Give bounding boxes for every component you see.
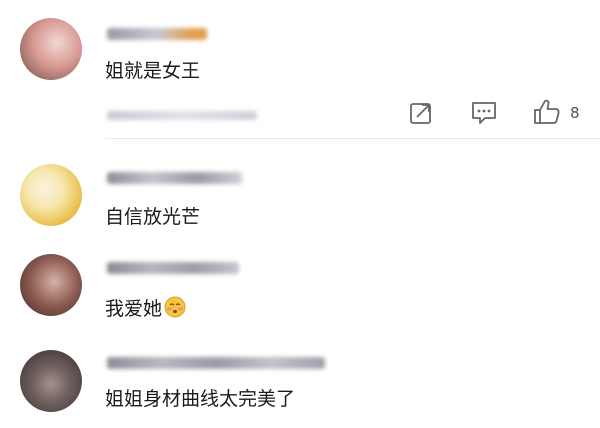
divider xyxy=(105,138,600,139)
avatar[interactable] xyxy=(20,164,82,226)
avatar[interactable] xyxy=(20,18,82,80)
comment-text-content: 我爱她 xyxy=(105,298,163,320)
comment-item: 我爱她 xyxy=(0,240,600,340)
username-obscured[interactable] xyxy=(107,262,239,274)
username-obscured[interactable] xyxy=(107,357,325,369)
thumbs-up-icon[interactable] xyxy=(532,98,562,126)
avatar[interactable] xyxy=(20,350,82,412)
share-icon[interactable] xyxy=(408,100,434,126)
avatar[interactable] xyxy=(20,254,82,316)
comment-text: 我爱她 xyxy=(105,294,186,323)
username-obscured[interactable] xyxy=(107,172,242,184)
blushing-face-icon xyxy=(164,296,186,323)
comment-item: 姐姐身材曲线太完美了 xyxy=(0,340,600,428)
comment-item: 自信放光芒 xyxy=(0,140,600,240)
comment-item: 姐就是女王 8 xyxy=(0,0,600,140)
like-count: 8 xyxy=(570,104,580,122)
comment-meta-obscured xyxy=(107,111,257,120)
comment-icon[interactable] xyxy=(470,99,498,127)
username-obscured[interactable] xyxy=(107,28,207,40)
comment-text: 姐就是女王 xyxy=(105,60,201,82)
comment-text: 姐姐身材曲线太完美了 xyxy=(105,388,296,410)
comment-text: 自信放光芒 xyxy=(105,206,201,228)
